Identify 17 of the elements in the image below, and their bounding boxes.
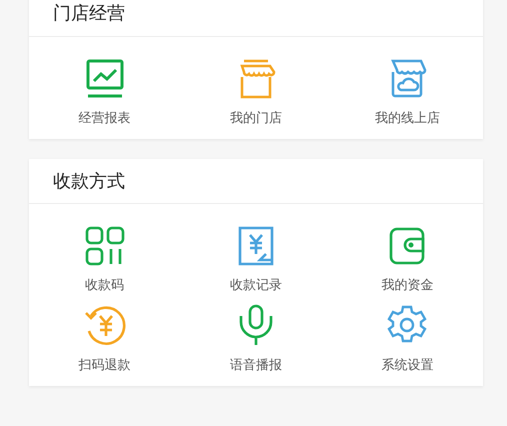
menu-item[interactable]: 收款记录 — [180, 224, 332, 294]
menu-item[interactable]: 语音播报 — [180, 304, 332, 374]
section-title: 门店经营 — [53, 2, 125, 25]
menu-item[interactable]: 系统设置 — [332, 304, 483, 374]
chart-icon — [84, 59, 125, 99]
menu-item[interactable]: 我的门店 — [180, 57, 332, 127]
menu-item[interactable]: 扫码退款 — [29, 304, 180, 374]
section-title: 收款方式 — [53, 170, 125, 193]
qr-code-icon — [84, 226, 125, 266]
refund-icon — [82, 304, 127, 346]
menu-item[interactable]: 我的线上店 — [332, 57, 483, 127]
menu-item[interactable]: 收款码 — [29, 224, 180, 294]
receipt-icon — [238, 226, 274, 266]
microphone-icon — [238, 304, 274, 346]
wallet-icon — [389, 226, 426, 266]
menu-item[interactable]: 经营报表 — [29, 57, 180, 127]
menu-item[interactable]: 我的资金 — [332, 224, 483, 294]
